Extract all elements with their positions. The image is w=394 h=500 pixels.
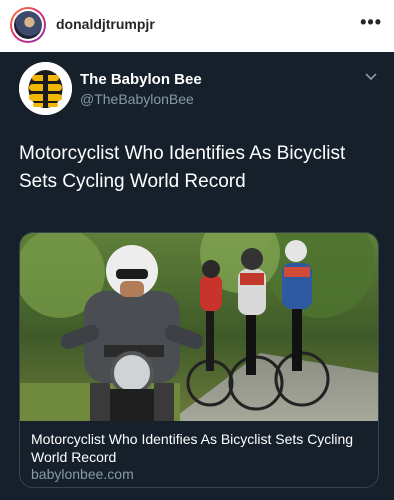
tweet-text: Motorcyclist Who Identifies As Bicyclist…: [19, 143, 346, 192]
avatar-photo: [14, 11, 42, 39]
card-domain[interactable]: babylonbee.com: [31, 466, 134, 482]
tweet-screenshot: The Babylon Bee @TheBabylonBee Motorcycl…: [0, 52, 394, 500]
instagram-post-header: donaldjtrumpjr •••: [0, 0, 394, 52]
babylon-bee-logo-icon[interactable]: [19, 62, 72, 115]
link-card[interactable]: Motorcyclist Who Identifies As Bicyclist…: [19, 232, 379, 488]
more-horizontal-icon[interactable]: •••: [360, 12, 382, 33]
chevron-down-icon[interactable]: [364, 70, 378, 84]
motorcyclist-with-cyclists-photo: [20, 233, 378, 421]
username[interactable]: donaldjtrumpjr: [56, 16, 155, 32]
avatar[interactable]: [10, 7, 46, 43]
card-title[interactable]: Motorcyclist Who Identifies As Bicyclist…: [31, 430, 371, 466]
avatar-ring: [12, 9, 44, 41]
account-name[interactable]: The Babylon Bee: [80, 71, 202, 88]
account-handle[interactable]: @TheBabylonBee: [80, 91, 194, 107]
